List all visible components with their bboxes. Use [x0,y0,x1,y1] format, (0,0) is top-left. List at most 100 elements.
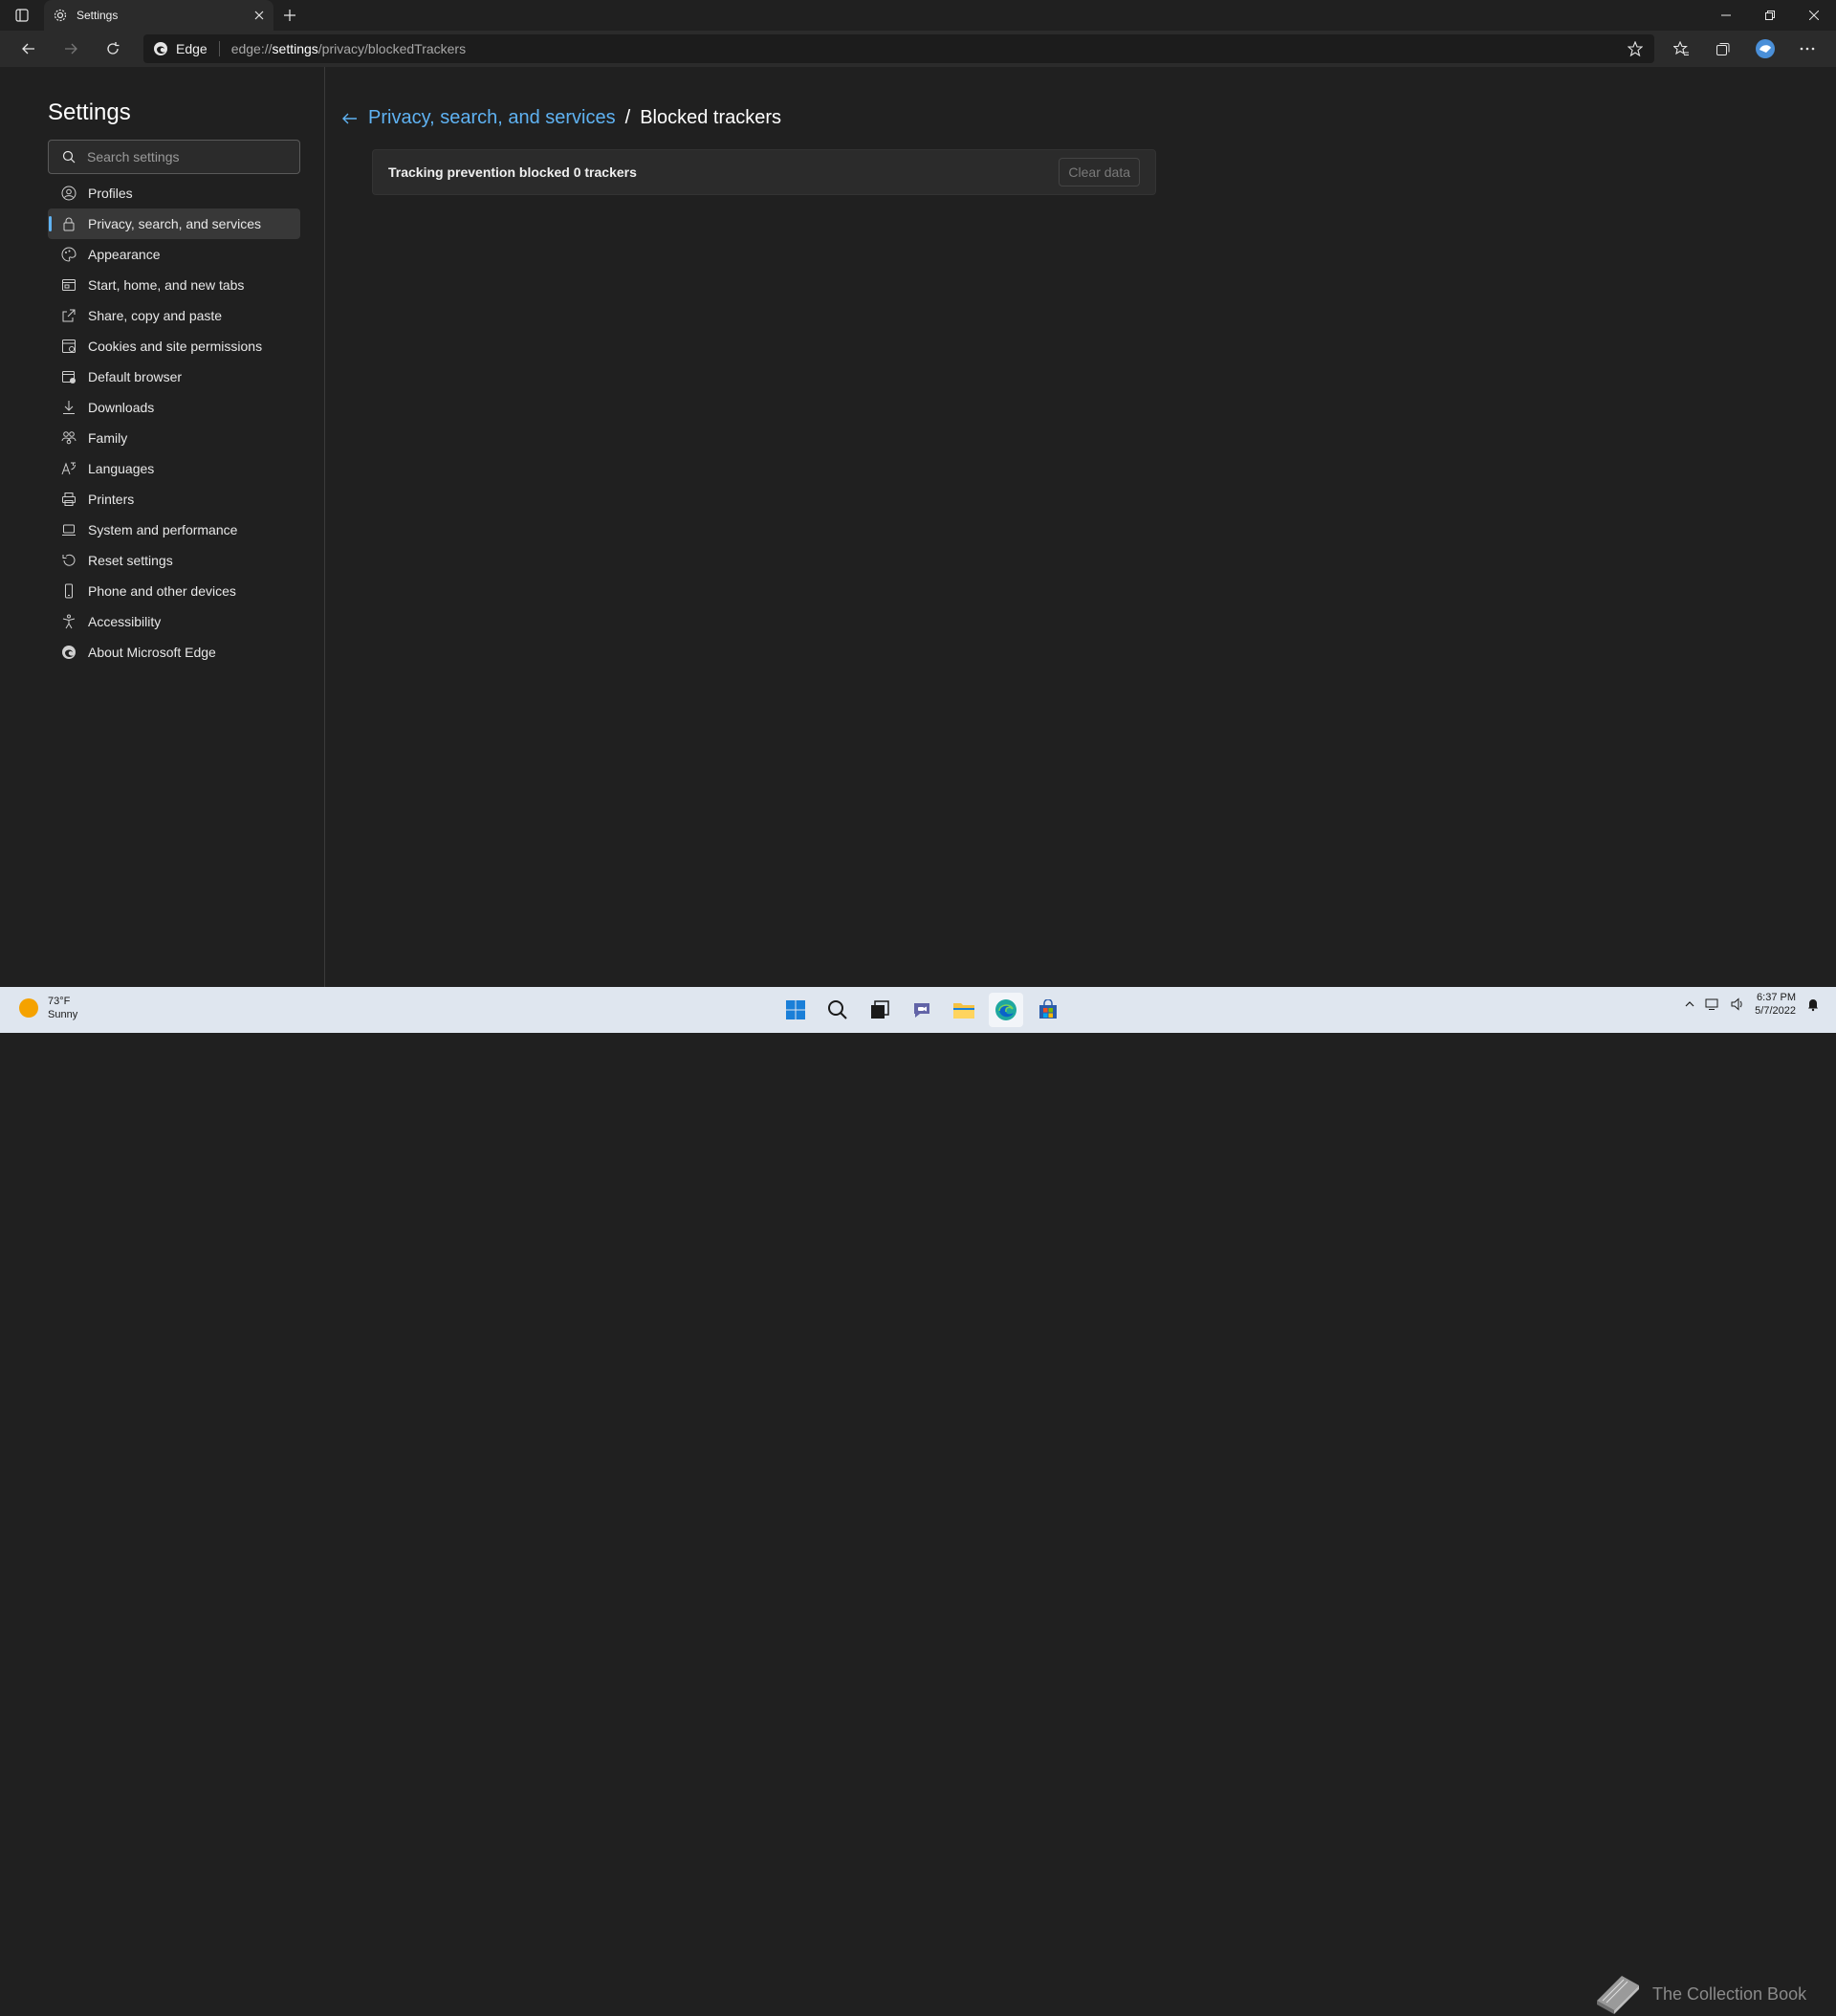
tab-settings[interactable]: Settings [44,0,273,31]
task-view-icon [871,1000,889,1019]
network-icon[interactable] [1705,997,1720,1012]
sidebar-item-label: Phone and other devices [88,583,236,599]
chevron-up-icon[interactable] [1684,998,1695,1010]
minimize-button[interactable] [1704,0,1748,31]
edge-logo-icon [995,999,1016,1020]
sidebar-item-family[interactable]: Family [48,423,300,453]
watermark-text: The Collection Book [1652,1983,1807,2004]
sidebar-item-downloads[interactable]: Downloads [48,392,300,423]
sidebar-item-label: System and performance [88,522,238,537]
cookies-icon [62,340,76,353]
sidebar-item-about[interactable]: About Microsoft Edge [48,637,300,668]
sidebar-item-default-browser[interactable]: Default browser [48,362,300,392]
settings-nav: Profiles Privacy, search, and services A… [48,178,300,668]
sidebar-item-accessibility[interactable]: Accessibility [48,606,300,637]
sidebar-item-label: Languages [88,461,155,476]
search-icon [828,1000,847,1019]
sidebar-item-label: Default browser [88,369,183,384]
more-icon [1800,47,1815,51]
sidebar-item-phone[interactable]: Phone and other devices [48,576,300,606]
close-icon[interactable] [254,11,264,20]
sidebar-item-languages[interactable]: Languages [48,453,300,484]
sidebar-item-reset[interactable]: Reset settings [48,545,300,576]
search-input[interactable] [87,149,278,164]
sidebar-item-label: Privacy, search, and services [88,216,262,231]
forward-button[interactable] [50,33,92,64]
favorites-button[interactable] [1660,33,1702,64]
more-button[interactable] [1786,33,1828,64]
sidebar-item-label: Start, home, and new tabs [88,277,245,293]
teams-chat-button[interactable] [905,993,939,1027]
add-favorite-icon[interactable] [1628,41,1643,56]
sidebar-item-cookies[interactable]: Cookies and site permissions [48,331,300,362]
edge-logo-icon [62,646,76,659]
weather-text: 73°F Sunny [48,995,77,1021]
sidebar-item-privacy[interactable]: Privacy, search, and services [48,208,300,239]
tab-actions-button[interactable] [0,0,44,31]
start-button[interactable] [778,993,813,1027]
blocked-trackers-card: Tracking prevention blocked 0 trackers C… [372,149,1156,195]
back-arrow-icon[interactable] [341,111,359,126]
breadcrumb-parent-link[interactable]: Privacy, search, and services [368,107,616,129]
sidebar-item-system[interactable]: System and performance [48,515,300,545]
collections-button[interactable] [1702,33,1744,64]
refresh-button[interactable] [92,33,134,64]
tab-actions-icon [15,9,29,22]
file-explorer-button[interactable] [947,993,981,1027]
weather-widget[interactable]: 73°F Sunny [19,995,77,1021]
sidebar-item-label: Downloads [88,400,155,415]
url-host: settings [272,41,318,56]
restore-icon [1765,11,1775,20]
breadcrumb-separator: / [624,107,631,128]
palette-icon [61,247,76,262]
search-box[interactable] [48,140,300,174]
store-button[interactable] [1031,993,1065,1027]
sidebar-item-label: Profiles [88,186,133,201]
notification-icon[interactable] [1805,997,1821,1012]
minimize-icon [1721,14,1731,16]
sidebar-item-profiles[interactable]: Profiles [48,178,300,208]
laptop-icon [62,524,76,536]
toolbar-right [1660,33,1828,64]
search-button[interactable] [820,993,855,1027]
collections-icon [1716,43,1730,55]
system-tray: 6:37 PM 5/7/2022 [1684,991,1821,1018]
sidebar-item-label: Printers [88,492,135,507]
arrow-right-icon [65,43,77,55]
sidebar-item-label: About Microsoft Edge [88,645,216,660]
sidebar-item-share[interactable]: Share, copy and paste [48,300,300,331]
site-info[interactable]: Edge [153,41,220,56]
sidebar-item-printers[interactable]: Printers [48,484,300,515]
sidebar-item-start-home[interactable]: Start, home, and new tabs [48,270,300,300]
favorites-icon [1673,41,1689,55]
profile-avatar-button[interactable] [1744,33,1786,64]
sidebar-item-appearance[interactable]: Appearance [48,239,300,270]
tracking-summary: Tracking prevention blocked 0 trackers [388,164,637,180]
volume-icon[interactable] [1730,997,1745,1012]
close-window-button[interactable] [1792,0,1836,31]
weather-condition: Sunny [48,1009,78,1020]
share-icon [62,309,76,322]
task-view-button[interactable] [863,993,897,1027]
address-bar[interactable]: Edge edge://settings/privacy/blockedTrac… [143,34,1654,63]
gear-icon [54,9,67,22]
browser-toolbar: Edge edge://settings/privacy/blockedTrac… [0,31,1836,67]
settings-sidebar: Settings Profiles Privacy, search, and s… [0,67,325,987]
new-tab-button[interactable] [273,0,306,31]
family-icon [61,431,76,445]
settings-main: Privacy, search, and services / Blocked … [326,67,1836,987]
browser-icon [62,371,76,383]
clock[interactable]: 6:37 PM 5/7/2022 [1755,991,1796,1018]
avatar-icon [1756,39,1775,58]
clear-data-button[interactable]: Clear data [1059,158,1140,186]
restore-button[interactable] [1748,0,1792,31]
edge-taskbar-button[interactable] [989,993,1023,1027]
chat-icon [914,1003,929,1018]
sidebar-title: Settings [48,99,131,125]
watermark: The Collection Book [1593,1972,1806,2016]
back-button[interactable] [8,33,50,64]
profile-icon [61,186,76,201]
url-path: /privacy/blockedTrackers [317,41,467,56]
plus-icon [284,10,295,21]
sidebar-item-label: Reset settings [88,553,173,568]
